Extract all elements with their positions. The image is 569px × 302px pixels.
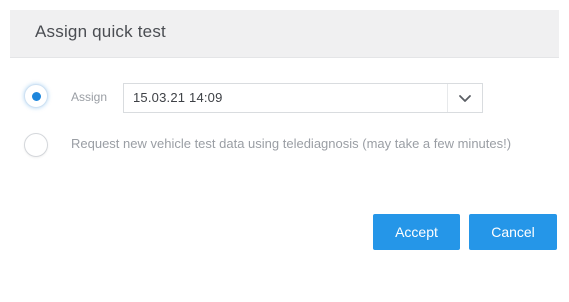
select-divider [447, 84, 448, 112]
test-date-select-value: 15.03.21 14:09 [133, 90, 223, 105]
assign-label: Assign [71, 90, 108, 104]
accept-button[interactable]: Accept [373, 214, 460, 250]
radio-selected-dot [32, 92, 41, 101]
assign-quick-test-dialog: Assign quick test Assign 15.03.21 14:09 … [0, 0, 569, 302]
request-telediagnosis-radio[interactable] [24, 133, 48, 157]
test-date-select[interactable]: 15.03.21 14:09 [123, 83, 483, 113]
dialog-title: Assign quick test [35, 22, 166, 41]
cancel-button[interactable]: Cancel [469, 214, 557, 250]
assign-radio[interactable] [24, 84, 48, 108]
chevron-down-icon[interactable] [458, 92, 472, 104]
dialog-header: Assign quick test [10, 10, 559, 58]
request-telediagnosis-label: Request new vehicle test data using tele… [71, 136, 512, 151]
